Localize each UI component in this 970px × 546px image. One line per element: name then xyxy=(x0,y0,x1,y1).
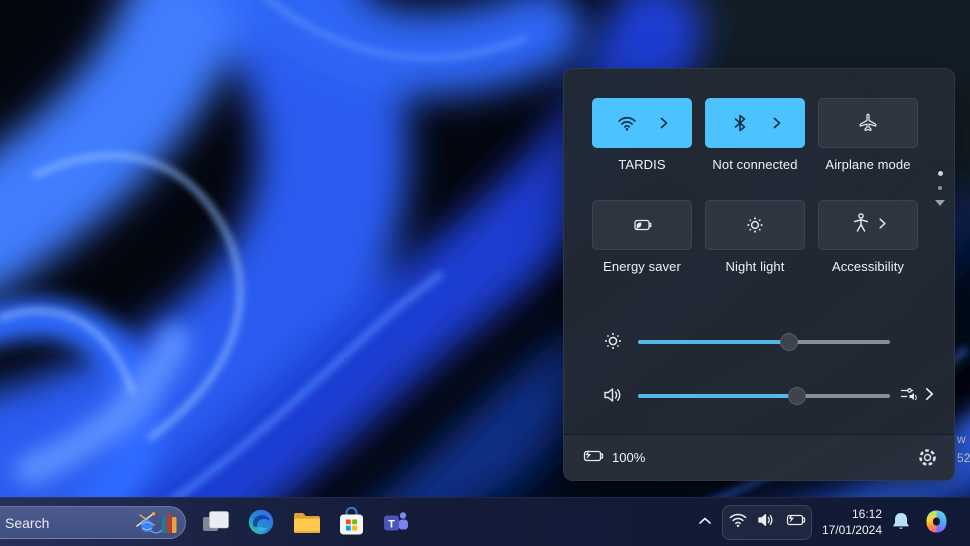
edge-button[interactable] xyxy=(245,506,277,538)
search-highlight-illustration xyxy=(133,510,179,539)
quick-settings-panel: TARDIS Not connected Airplane mode xyxy=(563,68,955,481)
night-light-tile[interactable] xyxy=(705,200,805,250)
energy-saver-label: Energy saver xyxy=(580,259,704,274)
energy-saver-icon xyxy=(630,214,654,236)
wifi-tile[interactable] xyxy=(592,98,692,148)
edge-icon xyxy=(247,508,275,536)
night-light-label: Night light xyxy=(693,259,817,274)
file-explorer-button[interactable] xyxy=(290,506,322,538)
night-light-icon xyxy=(744,214,766,236)
teams-icon: T xyxy=(381,507,411,537)
pager-down-arrow-icon[interactable] xyxy=(935,200,945,206)
search-box[interactable]: Search xyxy=(0,506,186,539)
brightness-slider[interactable] xyxy=(638,340,890,344)
bluetooth-tile[interactable] xyxy=(705,98,805,148)
teams-button[interactable]: T xyxy=(380,506,412,538)
volume-fill xyxy=(638,394,797,398)
show-hidden-icons-chevron[interactable] xyxy=(697,513,713,534)
airplane-tile-label: Airplane mode xyxy=(806,157,930,172)
airplane-icon xyxy=(857,112,879,134)
tray-clock[interactable]: 16:12 17/01/2024 xyxy=(806,506,882,538)
airplane-mode-tile[interactable] xyxy=(818,98,918,148)
sound-output-picker-icon xyxy=(900,384,920,409)
energy-saver-tile[interactable] xyxy=(592,200,692,250)
brightness-thumb[interactable] xyxy=(780,333,798,351)
wifi-icon xyxy=(616,112,638,134)
sound-output-button[interactable] xyxy=(900,384,934,409)
brightness-fill xyxy=(638,340,789,344)
battery-status-button[interactable]: 100% xyxy=(581,447,645,468)
quick-settings-footer: 100% xyxy=(564,434,954,480)
tray-date: 17/01/2024 xyxy=(806,522,882,538)
task-view-button[interactable] xyxy=(200,506,232,538)
pager-dot[interactable] xyxy=(938,186,942,190)
volume-slider[interactable] xyxy=(638,394,890,398)
accessibility-label: Accessibility xyxy=(806,259,930,274)
microsoft-store-icon xyxy=(337,507,366,537)
tray-wifi-icon xyxy=(728,511,748,534)
microsoft-store-button[interactable] xyxy=(335,506,367,538)
bluetooth-icon xyxy=(729,112,751,134)
desktop-edge-text: w 52 xyxy=(957,430,970,468)
svg-text:T: T xyxy=(388,519,395,531)
file-explorer-icon xyxy=(291,508,322,536)
desktop: w 52 xyxy=(0,0,970,546)
bluetooth-tile-label: Not connected xyxy=(693,157,817,172)
task-view-icon xyxy=(201,507,231,537)
battery-percent-label: 100% xyxy=(612,450,645,465)
volume-row xyxy=(564,382,954,410)
speaker-icon xyxy=(602,384,624,411)
tray-speaker-icon xyxy=(757,511,776,534)
battery-charging-icon xyxy=(581,447,605,468)
accessibility-tile[interactable] xyxy=(818,200,918,250)
pager-dot-active[interactable] xyxy=(938,171,943,176)
brightness-sun-icon xyxy=(602,330,624,357)
volume-thumb[interactable] xyxy=(788,387,806,405)
brightness-row xyxy=(564,328,954,356)
settings-gear-icon[interactable] xyxy=(917,447,938,473)
tray-time: 16:12 xyxy=(806,506,882,522)
wifi-expand-chevron-icon[interactable] xyxy=(660,117,668,129)
copilot-icon[interactable] xyxy=(923,508,950,540)
tray-battery-charging-icon xyxy=(785,512,807,533)
taskbar: Search xyxy=(0,497,970,546)
tray-quick-settings-button[interactable] xyxy=(722,505,812,540)
accessibility-chevron-icon xyxy=(879,216,886,234)
quick-settings-pager xyxy=(935,171,945,206)
bluetooth-expand-chevron-icon[interactable] xyxy=(773,117,781,129)
volume-expand-chevron-icon xyxy=(925,387,934,406)
search-label: Search xyxy=(5,515,49,531)
wifi-tile-label: TARDIS xyxy=(580,157,704,172)
notification-bell-icon[interactable] xyxy=(890,510,912,539)
accessibility-icon xyxy=(851,212,871,239)
